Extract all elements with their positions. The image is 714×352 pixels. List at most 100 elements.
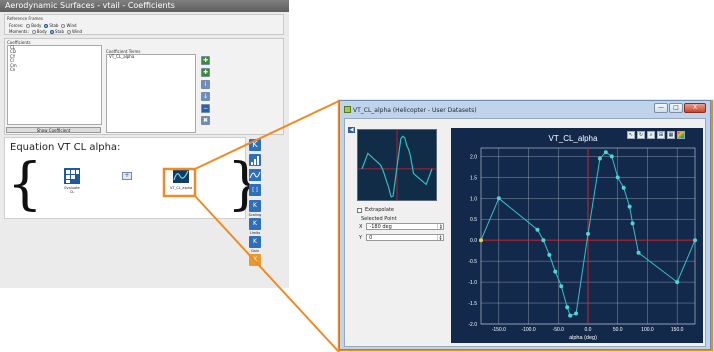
y-tick-label: -2.0 [468, 322, 477, 328]
reference-frames-title: Reference Frames [7, 16, 43, 21]
moments-body-radio[interactable] [31, 29, 36, 34]
moments-wind-radio[interactable] [67, 29, 72, 34]
data-point [565, 305, 570, 310]
x-tick-label: 100.0 [641, 327, 654, 333]
list-item[interactable]: Cn [8, 67, 101, 72]
curve-tool-icon [249, 169, 261, 181]
evaluate-block[interactable]: Evaluate CL [62, 168, 82, 194]
x-input[interactable]: -180 deg ▲ ▼ [366, 223, 445, 230]
y-tick-label: -0.5 [468, 259, 477, 265]
maximize-button[interactable]: □ [669, 103, 683, 113]
dialog-title: VT_CL_alpha (Helicopter - User Datasets) [353, 107, 477, 114]
x-tick-label: 50.0 [613, 327, 623, 333]
coefficient-list[interactable]: CL CD CY Cl Cm Cn [7, 45, 102, 125]
function-icon: [ ] [249, 184, 261, 196]
chart-toolbar: ↖ ↻ ⌕ ⊞ ▦ [627, 131, 685, 139]
curve-dialog: VT_CL_alpha (Helicopter - User Datasets)… [339, 100, 711, 350]
moments-label: Moments: [9, 29, 29, 34]
limits-tool[interactable]: K Limits [248, 218, 262, 235]
data-point [553, 269, 558, 274]
coefficients-group: Coefficients CL CD CY Cl Cm Cn Coefficie… [4, 38, 284, 135]
extrapolate-checkbox[interactable] [357, 207, 362, 213]
data-point [541, 238, 546, 243]
moments-stab-label: Stab [54, 29, 65, 34]
x-value: -180 deg [369, 224, 392, 230]
scaling-label: Scaling [248, 212, 262, 217]
forces-label: Forces: [9, 23, 24, 28]
color-icon[interactable] [677, 131, 685, 139]
data-point [568, 313, 573, 318]
equation-area: Equation VT CL alpha: { } Evaluate CL + … [4, 137, 263, 219]
moments-body-label: Body [36, 29, 47, 34]
reference-frames-group: Reference Frames Forces: Body Stab Wind … [4, 14, 284, 35]
x-tick-label: 0.0 [585, 327, 592, 333]
close-button[interactable]: X [684, 103, 706, 113]
y-spinner[interactable]: ▲ ▼ [437, 235, 443, 240]
coefficients-panel: Aerodynamic Surfaces - vtail - Coefficie… [0, 0, 289, 288]
coefficient-terms-list[interactable]: VT_CL_alpha [106, 54, 196, 133]
selected-data-point [479, 238, 483, 243]
forces-body-radio[interactable] [26, 23, 31, 28]
gain-label: Gain [250, 248, 260, 253]
table-tool[interactable] [248, 154, 262, 166]
variable-tool[interactable]: X [248, 254, 262, 266]
y-field-row: Y 0 ▲ ▼ [359, 234, 445, 241]
y-label: Y [359, 234, 363, 241]
data-point [693, 238, 697, 243]
zoom-icon[interactable]: ⌕ [647, 131, 655, 139]
panel-title: Aerodynamic Surfaces - vtail - Coefficie… [0, 0, 289, 12]
info-icon[interactable]: i [201, 80, 210, 89]
left-brace: { [7, 152, 43, 217]
grid-icon[interactable]: ▦ [667, 131, 675, 139]
forces-wind-label: Wind [66, 23, 77, 28]
y-tick-label: 2.0 [470, 154, 477, 160]
move-down-icon[interactable]: ↓ [201, 92, 210, 101]
curve-thumbnail [357, 129, 437, 201]
x-axis-label: alpha (deg) [569, 335, 597, 341]
curve-tool[interactable] [248, 169, 262, 183]
y-input[interactable]: 0 ▲ ▼ [366, 234, 445, 241]
chart-title: VT_CL_alpha [549, 134, 598, 143]
pointer-icon[interactable]: ↖ [627, 131, 635, 139]
minimize-button[interactable]: — [654, 103, 668, 113]
y-tick-label: 1.0 [470, 196, 477, 202]
data-point [621, 185, 626, 190]
delete-icon[interactable]: ✖ [201, 116, 210, 125]
extrapolate-row: Extrapolate [357, 207, 394, 213]
remove-term-icon[interactable]: − [201, 104, 210, 113]
show-coefficient-button[interactable]: Show Coefficient [6, 127, 101, 133]
scaling-tool[interactable]: K Scaling [248, 200, 262, 217]
dialog-body: ◀ Extrapolate Selected Point X -180 deg … [344, 118, 706, 347]
add-table-icon[interactable]: ✚ [201, 68, 210, 77]
forces-body-label: Body [31, 23, 42, 28]
x-field-row: X -180 deg ▲ ▼ [359, 223, 445, 230]
chart-svg[interactable]: VT_CL_alpha -150.0 -100.0 -50.0 0.0 50.0 100.… [451, 128, 703, 343]
moments-stab-radio[interactable] [49, 29, 54, 34]
back-arrow-icon[interactable]: ◀ [348, 127, 355, 133]
constant-tool[interactable]: K [248, 139, 262, 151]
add-icon[interactable]: + [122, 172, 132, 180]
data-point [496, 196, 501, 201]
fit-icon[interactable]: ⊞ [657, 131, 665, 139]
data-point [574, 311, 579, 316]
list-item[interactable]: VT_CL_alpha [107, 54, 195, 59]
x-spinner[interactable]: ▲ ▼ [437, 224, 443, 229]
data-point [559, 284, 564, 289]
data-point [609, 154, 614, 159]
y-tick-label: -1.0 [468, 280, 477, 286]
add-term-icon[interactable]: ✚ [201, 56, 210, 65]
forces-stab-radio[interactable] [44, 23, 49, 28]
variable-icon: X [249, 254, 261, 266]
rotate-icon[interactable]: ↻ [637, 131, 645, 139]
forces-radio-row: Forces: Body Stab Wind [9, 23, 77, 28]
forces-wind-radio[interactable] [61, 23, 66, 28]
data-point [675, 280, 680, 285]
term-block[interactable]: VT_CL_alpha [170, 168, 192, 190]
chart-area[interactable]: VT_CL_alpha -150.0 -100.0 -50.0 0.0 50.0 100.… [451, 128, 703, 343]
y-tick-label: 0.5 [470, 217, 477, 223]
function-tool[interactable]: [ ] [248, 184, 262, 196]
moments-radio-row: Moments: Body Stab Wind [9, 29, 82, 34]
gain-tool[interactable]: K Gain [248, 236, 262, 253]
y-value: 0 [369, 235, 373, 241]
selected-point-label: Selected Point [361, 216, 397, 222]
